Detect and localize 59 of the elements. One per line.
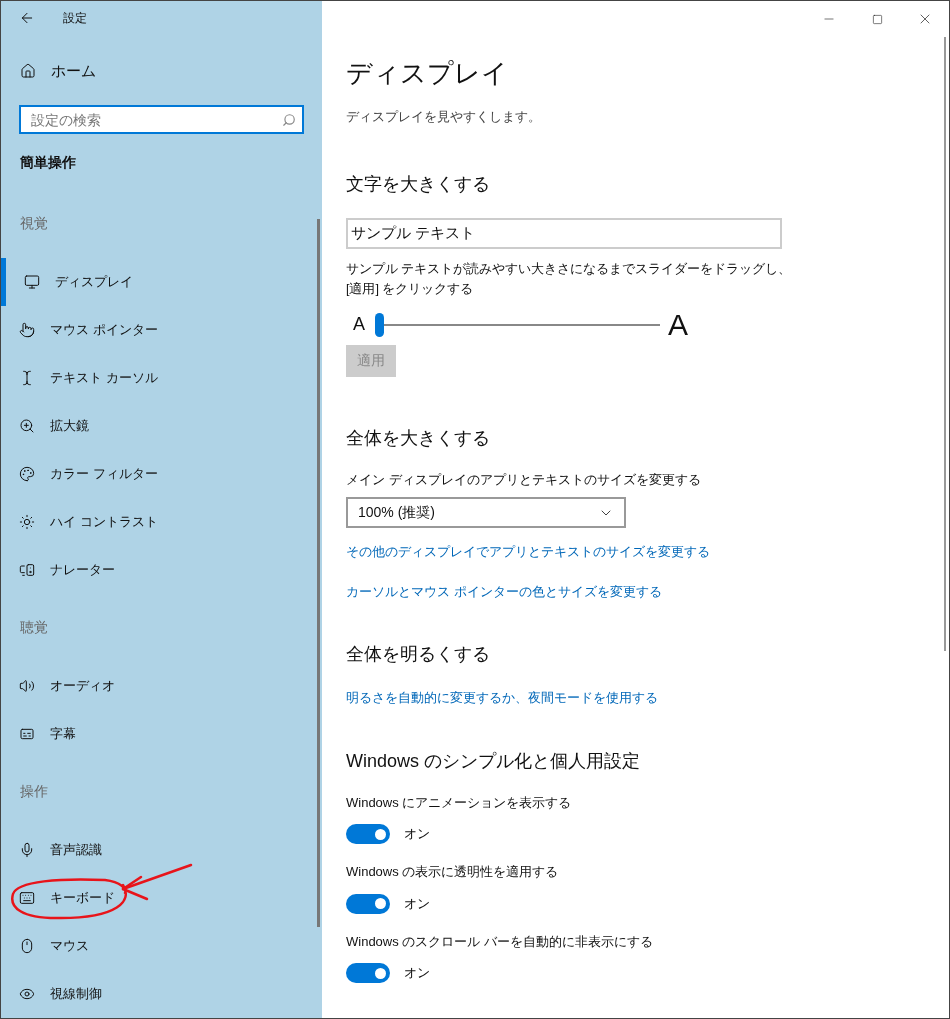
toggle-state: オン [404,964,430,983]
nav-item[interactable]: キーボード [1,874,322,922]
settings-link[interactable]: カーソルとマウス ポインターの色とサイズを変更する [346,581,662,601]
toggle-state: オン [404,894,430,913]
nav-item[interactable]: オーディオ [1,662,322,710]
nav-item[interactable]: ナレーター [1,546,322,594]
text-size-slider[interactable] [375,312,660,337]
small-a-label: A [353,313,366,336]
nav-item[interactable]: 視線制御 [1,970,322,1018]
scale-dropdown[interactable]: 100% (推奨) [346,497,626,528]
group-heading: 視覚 [20,214,48,233]
nav-item[interactable]: ハイ コントラスト [1,498,322,546]
keyboard-icon [19,890,35,906]
sample-text-field[interactable]: サンプル テキスト [346,217,782,249]
section-heading: 文字を大きくする [346,172,490,196]
eye-icon [19,986,35,1002]
nav-item[interactable]: 字幕 [1,710,322,758]
magnifier-icon [19,418,35,434]
toggle-switch[interactable] [346,824,390,844]
microphone-icon [19,842,35,858]
slider-description: サンプル テキストが読みやすい大きさになるまでスライダーをドラッグし、[適用] をクリックする [346,260,793,298]
nav-item[interactable]: マウス ポインター [1,306,322,354]
toggle-switch[interactable] [346,893,390,914]
page-subtitle: ディスプレイを見やすくします。 [346,108,541,126]
search-icon [282,113,296,128]
palette-icon [19,466,35,482]
search-field[interactable]: 設定の検索 [19,105,304,135]
toggle-label: Windows の表示に透明性を適用する [346,863,559,881]
home-icon [20,62,36,79]
captions-icon [19,726,35,742]
toggle-switch[interactable] [346,963,390,983]
section-title: 簡単操作 [20,152,76,172]
settings-link[interactable]: その他のディスプレイでアプリとテキストのサイズを変更する [346,542,710,562]
group-heading: 操作 [20,782,48,801]
section-heading: 全体を大きくする [346,426,490,450]
window-title: 設定 [63,9,87,27]
large-a-label: A [668,307,688,343]
nav-item[interactable]: カラー フィルター [1,450,322,498]
scale-label: メイン ディスプレイのアプリとテキストのサイズを変更する [346,470,701,489]
nav-item[interactable]: 音声認識 [1,826,322,874]
settings-link[interactable]: 明るさを自動的に変更するか、夜間モードを使用する [346,688,658,708]
toggle-state: オン [404,825,430,844]
nav-item[interactable]: マウス [1,922,322,970]
mouse-icon [19,938,35,954]
slider-thumb[interactable] [375,312,384,337]
speaker-icon [19,678,35,694]
nav-item[interactable]: テキスト カーソル [1,354,322,402]
hand-pointer-icon [19,322,35,338]
monitor-person-icon [19,562,35,578]
section-heading: Windows のシンプル化と個人用設定 [346,749,641,773]
toggle-label: Windows にアニメーションを表示する [346,793,572,812]
sun-icon [19,514,35,530]
home-item[interactable]: ホーム [20,59,96,83]
toggle-label: Windows のスクロール バーを自動的に非表示にする [346,932,653,951]
group-heading: 聴覚 [20,618,48,637]
nav-item[interactable]: 拡大鏡 [1,402,322,450]
page-title: ディスプレイ [346,57,508,90]
monitor-icon [24,274,40,290]
section-heading: 全体を明るくする [346,643,490,666]
